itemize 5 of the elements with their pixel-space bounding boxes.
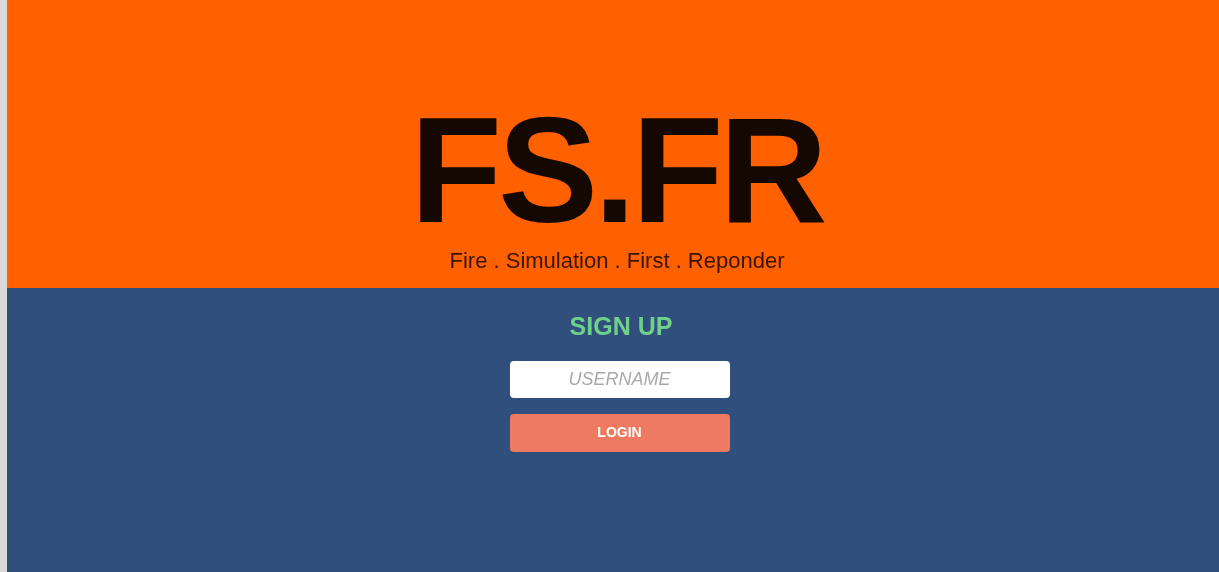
username-field[interactable]: USERNAME <box>509 360 730 398</box>
logo-title: FS.FR <box>410 94 824 245</box>
login-button[interactable]: LOGIN <box>509 413 730 452</box>
form-heading: SIGN UP <box>569 311 673 342</box>
logo-tagline: Fire . Simulation . First . Reponder <box>449 246 785 274</box>
